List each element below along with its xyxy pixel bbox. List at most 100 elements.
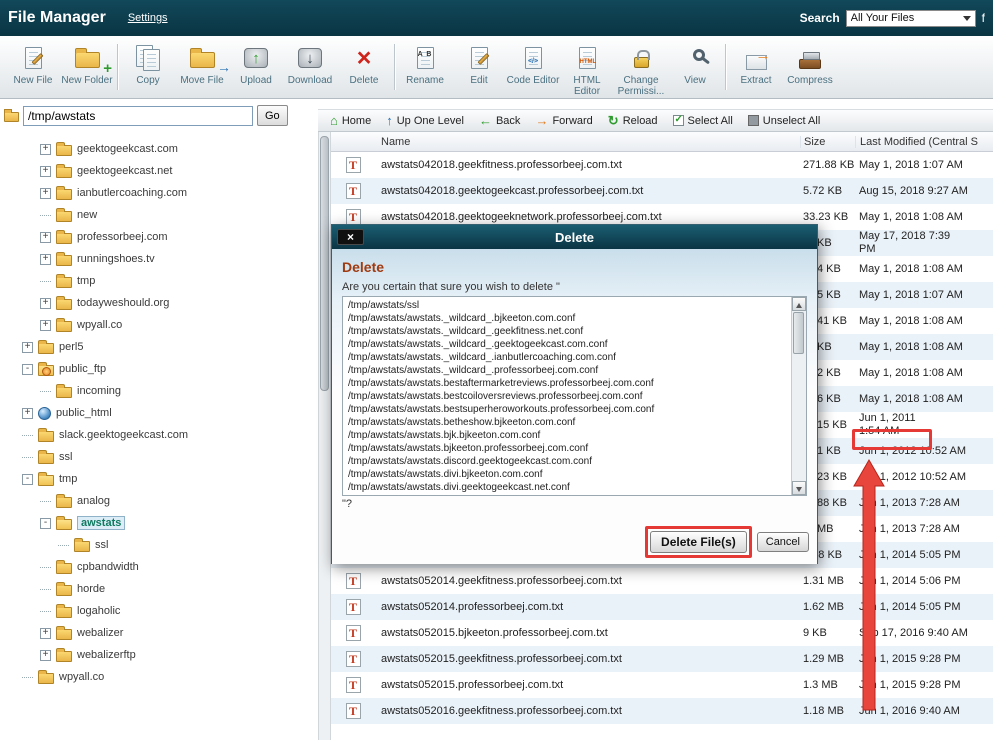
name-column-header[interactable]: Name: [375, 136, 800, 148]
collapse-minus-icon[interactable]: [22, 474, 33, 485]
delete-file-list[interactable]: /tmp/awstats/ssl /tmp/awstats/awstats._w…: [342, 296, 807, 496]
settings-link[interactable]: Settings: [128, 12, 168, 24]
scroll-up-arrow-icon[interactable]: [792, 297, 806, 311]
toolbar-new-folder[interactable]: New Folder: [60, 42, 114, 86]
toolbar-new-file[interactable]: New File: [6, 42, 60, 86]
expand-plus-icon[interactable]: [40, 650, 51, 661]
close-icon[interactable]: [337, 229, 364, 245]
toolbar-download[interactable]: Download: [283, 42, 337, 86]
expand-plus-icon[interactable]: [40, 254, 51, 265]
folder-icon: [56, 387, 72, 398]
scrollbar-thumb[interactable]: [320, 136, 329, 391]
tree-item-public-ftp[interactable]: public_ftp: [0, 358, 318, 380]
tree-item-ianbutlercoaching-com[interactable]: ianbutlercoaching.com: [0, 182, 318, 204]
file-row[interactable]: awstats042018.geekfitness.professorbeej.…: [331, 152, 993, 178]
expand-plus-icon[interactable]: [40, 298, 51, 309]
tree-item-cpbandwidth[interactable]: cpbandwidth: [0, 556, 318, 578]
toolbar-delete[interactable]: Delete: [337, 42, 391, 86]
tree-item-ssl[interactable]: ssl: [0, 446, 318, 468]
tree-item-public-html[interactable]: public_html: [0, 402, 318, 424]
file-modified: Jun 1, 2015 9:28 PM: [855, 679, 993, 692]
tree-item-logaholic[interactable]: logaholic: [0, 600, 318, 622]
delete-path-line: /tmp/awstats/awstats.betheshow.bjkeeton.…: [348, 416, 788, 429]
file-name: awstats052015.bjkeeton.professorbeej.com…: [375, 627, 800, 639]
file-row[interactable]: awstats052014.professorbeej.com.txt1.62 …: [331, 594, 993, 620]
tree-item-incoming[interactable]: incoming: [0, 380, 318, 402]
tree-item-slack-geektogeekcast-com[interactable]: slack.geektogeekcast.com: [0, 424, 318, 446]
size-column-header[interactable]: Size: [800, 136, 855, 148]
toolbar-change-permissions[interactable]: Change Permissi...: [614, 42, 668, 97]
expand-plus-icon[interactable]: [22, 408, 33, 419]
expand-plus-icon[interactable]: [40, 628, 51, 639]
search-scope-select[interactable]: All Your Files: [846, 10, 976, 27]
toolbar-upload[interactable]: Upload: [229, 42, 283, 86]
expand-plus-icon[interactable]: [40, 232, 51, 243]
nav-forward[interactable]: Forward: [535, 115, 592, 127]
scrollbar-thumb[interactable]: [793, 312, 804, 354]
expand-plus-icon[interactable]: [40, 188, 51, 199]
tree-item-webalizer[interactable]: webalizer: [0, 622, 318, 644]
tree-item-wpyall-co[interactable]: wpyall.co: [0, 314, 318, 336]
delete-files-button[interactable]: Delete File(s): [650, 531, 747, 553]
tree-item-awstats[interactable]: awstats: [0, 512, 318, 534]
file-modified: Sep 17, 2016 9:40 AM: [855, 627, 993, 640]
toolbar-compress[interactable]: Compress: [783, 42, 837, 86]
cancel-button[interactable]: Cancel: [757, 532, 809, 552]
tree-item-new[interactable]: new: [0, 204, 318, 226]
file-row[interactable]: awstats042018.geektogeekcast.professorbe…: [331, 178, 993, 204]
toolbar-rename[interactable]: Rename: [398, 42, 452, 86]
modified-column-header[interactable]: Last Modified (Central S: [855, 136, 993, 148]
file-list-header: Name Size Last Modified (Central S: [331, 132, 993, 152]
file-row[interactable]: awstats052015.geekfitness.professorbeej.…: [331, 646, 993, 672]
tree-item-geektogeekcast-net[interactable]: geektogeekcast.net: [0, 160, 318, 182]
nav-up-one-level[interactable]: Up One Level: [386, 115, 464, 127]
toolbar-move-file[interactable]: Move File: [175, 42, 229, 86]
nav-back[interactable]: Back: [479, 115, 520, 127]
tree-item-todayweshould-org[interactable]: todayweshould.org: [0, 292, 318, 314]
nav-unselect-all[interactable]: Unselect All: [748, 115, 820, 127]
toolbar-extract[interactable]: Extract: [729, 42, 783, 86]
toolbar-view[interactable]: View: [668, 42, 722, 86]
tree-item-runningshoes-tv[interactable]: runningshoes.tv: [0, 248, 318, 270]
expand-plus-icon[interactable]: [40, 320, 51, 331]
tree-item-wpyall-co-2[interactable]: wpyall.co: [0, 666, 318, 688]
folder-icon: [56, 255, 72, 266]
path-input[interactable]: [23, 106, 253, 126]
collapse-minus-icon[interactable]: [40, 518, 51, 529]
tree-item-tmp[interactable]: tmp: [0, 270, 318, 292]
tree-scrollbar[interactable]: [318, 132, 331, 740]
toolbar-copy[interactable]: Copy: [121, 42, 175, 86]
nav-select-all[interactable]: Select All: [673, 115, 733, 127]
tree-item-tmp-2[interactable]: tmp: [0, 468, 318, 490]
tree-item-perl5[interactable]: perl5: [0, 336, 318, 358]
nav-home[interactable]: Home: [330, 115, 371, 127]
scroll-down-arrow-icon[interactable]: [792, 481, 806, 495]
file-row[interactable]: awstats052015.bjkeeton.professorbeej.com…: [331, 620, 993, 646]
toolbar-edit[interactable]: Edit: [452, 42, 506, 86]
toolbar-html-editor[interactable]: HTML Editor: [560, 42, 614, 97]
tree-item-professorbeej-com[interactable]: professorbeej.com: [0, 226, 318, 248]
file-size: 9 KB: [800, 627, 855, 639]
file-row[interactable]: awstats052014.geekfitness.professorbeej.…: [331, 568, 993, 594]
tree-item-awstats-ssl[interactable]: ssl: [0, 534, 318, 556]
file-size: 5.72 KB: [800, 185, 855, 197]
move-file-icon: [190, 52, 215, 68]
tree-item-horde[interactable]: horde: [0, 578, 318, 600]
tree-item-webalizerftp[interactable]: webalizerftp: [0, 644, 318, 666]
text-file-icon: [346, 573, 361, 589]
expand-plus-icon[interactable]: [40, 166, 51, 177]
toolbar-label: Upload: [229, 75, 283, 86]
file-row[interactable]: awstats052015.professorbeej.com.txt1.3 M…: [331, 672, 993, 698]
tree-item-analog[interactable]: analog: [0, 490, 318, 512]
file-name: awstats042018.geektogeekcast.professorbe…: [375, 185, 800, 197]
expand-plus-icon[interactable]: [40, 144, 51, 155]
nav-reload[interactable]: Reload: [608, 115, 658, 127]
dialog-list-scrollbar[interactable]: [791, 297, 806, 495]
toolbar-code-editor[interactable]: Code Editor: [506, 42, 560, 86]
toolbar-label: Delete: [337, 75, 391, 86]
collapse-minus-icon[interactable]: [22, 364, 33, 375]
expand-plus-icon[interactable]: [22, 342, 33, 353]
tree-item-geektogeekcast-com[interactable]: geektogeekcast.com: [0, 138, 318, 160]
go-button[interactable]: Go: [257, 105, 288, 126]
file-row[interactable]: awstats052016.geekfitness.professorbeej.…: [331, 698, 993, 724]
